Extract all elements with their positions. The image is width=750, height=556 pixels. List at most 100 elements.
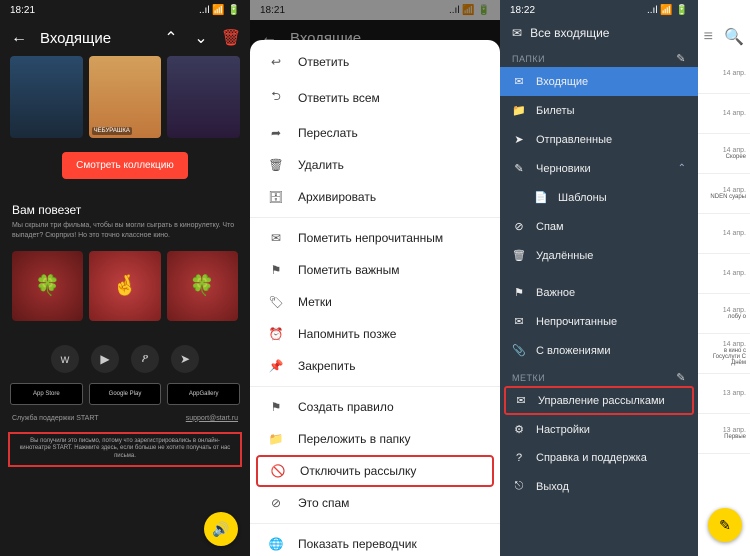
menu-icon: 🚫 [270, 464, 286, 478]
edit-labels-icon[interactable]: ✎ [676, 371, 686, 384]
menu-label: Пометить непрочитанным [298, 231, 443, 245]
drawer-label: Настройки [536, 424, 590, 436]
menu-icon: ✉ [268, 231, 284, 245]
status-bar: 18:22 ..ıl 📶 🔋 [500, 0, 698, 20]
poster[interactable] [10, 56, 83, 138]
menu-label: Это спам [298, 496, 349, 510]
drawer-label: Входящие [536, 76, 588, 88]
drawer-item[interactable]: ➤ Отправленные [500, 125, 698, 154]
drawer-icon: ⚙ [512, 423, 526, 436]
support-email[interactable]: support@start.ru [186, 415, 238, 422]
menu-item[interactable]: ⊘Это спам [250, 487, 500, 519]
inbox-background: ≡🔍 14 апр.14 апр.14 апр.Скорее14 апр.NDE… [698, 0, 750, 556]
drawer-icon: ⊘ [512, 220, 526, 233]
drawer-icon: ➤ [512, 133, 526, 146]
clover-card[interactable]: 🍀 [12, 251, 83, 321]
back-icon[interactable]: ← [10, 29, 28, 47]
mail-row[interactable]: 13 апр.Первые [698, 414, 750, 454]
trash-icon[interactable]: 🗑 [222, 29, 240, 47]
telegram-icon[interactable]: ➤ [171, 345, 199, 373]
mail-row[interactable]: 14 апр.Скорее [698, 134, 750, 174]
menu-label: Архивировать [298, 190, 376, 204]
mail-row[interactable]: 14 апр. [698, 254, 750, 294]
poster[interactable]: ЧЕБУРАШКА [89, 56, 162, 138]
drawer-item[interactable]: ⊘ Спам [500, 212, 698, 241]
menu-label: Отключить рассылку [300, 464, 416, 478]
search-icon[interactable]: 🔍 [724, 27, 744, 47]
mail-row[interactable]: 13 апр. [698, 374, 750, 414]
drawer-item[interactable]: 🗑Удалённые [500, 241, 698, 270]
all-inboxes[interactable]: ✉ Все входящие [500, 20, 698, 46]
support-row: Служба поддержки START support@start.ru [0, 405, 250, 432]
vk-icon[interactable]: w [51, 345, 79, 373]
appgallery-badge[interactable]: AppGallery [167, 383, 240, 405]
menu-label: Показать переводчик [298, 537, 417, 551]
menu-label: Создать правило [298, 400, 394, 414]
ok-icon[interactable]: ዖ [131, 345, 159, 373]
chevron-down-icon[interactable]: ⌄ [192, 29, 210, 47]
mail-row[interactable]: 14 апр. [698, 214, 750, 254]
drawer-label: Спам [536, 221, 564, 233]
googleplay-badge[interactable]: Google Play [89, 383, 162, 405]
drawer-item[interactable]: 📁Билеты [500, 96, 698, 125]
drawer-item[interactable]: 📄Шаблоны [500, 183, 698, 212]
drawer-item[interactable]: ⚙ Настройки [500, 415, 698, 444]
mail-row[interactable]: 14 апр.NDEN суары [698, 174, 750, 214]
time: 18:21 [10, 5, 35, 16]
drawer-item[interactable]: ⎋Выход [500, 472, 698, 501]
section-labels: МЕТКИ ✎ [500, 365, 698, 386]
drawer-icon: ✉ [514, 394, 528, 407]
folder-title: Входящие [40, 30, 150, 47]
menu-item[interactable]: ⮌Ответить всем [250, 78, 500, 117]
chevron-up-icon[interactable]: ⌃ [162, 29, 180, 47]
edit-folders-icon[interactable]: ✎ [676, 52, 686, 65]
unsubscribe-footer[interactable]: Вы получили это письмо, потому что зарег… [8, 432, 242, 467]
status-icons: ..ıl 📶 🔋 [647, 5, 688, 16]
drawer-item[interactable]: ✎Черновики⌃ [500, 154, 698, 183]
mail-row[interactable]: 14 апр. [698, 94, 750, 134]
all-inboxes-label: Все входящие [530, 26, 609, 40]
drawer-icon: ⎋ [512, 480, 526, 493]
menu-item[interactable]: 📁Переложить в папку [250, 423, 500, 455]
menu-label: Переслать [298, 126, 358, 140]
menu-item[interactable]: 🏷Метки [250, 286, 500, 318]
drawer-item[interactable]: 📎С вложениями [500, 336, 698, 365]
drawer-item[interactable]: ✉Непрочитанные [500, 307, 698, 336]
mail-row[interactable]: 14 апр.в кино с Госуслуги С Днём [698, 334, 750, 374]
screenshot-nav-drawer: ≡🔍 14 апр.14 апр.14 апр.Скорее14 апр.NDE… [500, 0, 750, 556]
drawer-item[interactable]: ✉Входящие [500, 67, 698, 96]
mail-row[interactable]: 14 апр.лобу о [698, 294, 750, 334]
menu-item[interactable]: ➦Переслать [250, 117, 500, 149]
clover-card[interactable]: 🤞 [89, 251, 160, 321]
menu-label: Закрепить [298, 359, 355, 373]
compose-fab[interactable]: ✎ [708, 508, 742, 542]
drawer-label: Отправленные [536, 134, 612, 146]
menu-item[interactable]: 🗑Удалить [250, 149, 500, 181]
lucky-text: Мы скрыли три фильма, чтобы вы могли сыг… [12, 221, 238, 241]
sound-fab[interactable]: 🔊 [204, 512, 238, 546]
watch-collection-button[interactable]: Смотреть коллекцию [62, 152, 188, 179]
action-sheet: ↩Ответить⮌Ответить всем➦Переслать🗑Удалит… [250, 40, 500, 556]
menu-item[interactable]: 🗄Архивировать [250, 181, 500, 213]
menu-item[interactable]: 🚫 Отключить рассылку [256, 455, 494, 487]
menu-item[interactable]: 🌐Показать переводчик [250, 528, 500, 556]
menu-icon[interactable]: ≡ [704, 28, 713, 46]
youtube-icon[interactable]: ▶ [91, 345, 119, 373]
menu-item[interactable]: 📌Закрепить [250, 350, 500, 382]
section-folders: ПАПКИ ✎ [500, 46, 698, 67]
drawer-item[interactable]: ⚑Важное [500, 278, 698, 307]
appstore-badge[interactable]: App Store [10, 383, 83, 405]
menu-item[interactable]: ⚑Пометить важным [250, 254, 500, 286]
movie-posters: ЧЕБУРАШКА [0, 56, 250, 138]
drawer-item[interactable]: ✉Управление рассылками [504, 386, 694, 415]
poster[interactable] [167, 56, 240, 138]
mail-row[interactable]: 14 апр. [698, 54, 750, 94]
drawer-icon: ✎ [512, 162, 526, 175]
menu-item[interactable]: ⚑Создать правило [250, 391, 500, 423]
clover-card[interactable]: 🍀 [167, 251, 238, 321]
drawer-item[interactable]: ?Справка и поддержка [500, 444, 698, 472]
menu-item[interactable]: ↩Ответить [250, 46, 500, 78]
menu-label: Пометить важным [298, 263, 400, 277]
menu-item[interactable]: ✉ Пометить непрочитанным [250, 222, 500, 254]
menu-item[interactable]: ⏰Напомнить позже [250, 318, 500, 350]
